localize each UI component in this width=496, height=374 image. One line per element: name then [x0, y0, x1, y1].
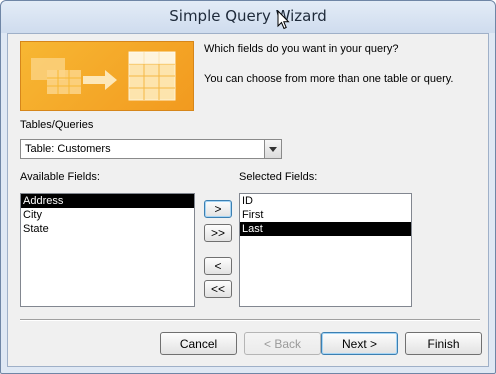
tables-queries-value: Table: Customers: [25, 143, 111, 155]
remove-field-button[interactable]: <: [204, 257, 232, 275]
chevron-down-icon: [269, 146, 277, 152]
add-all-fields-button[interactable]: >>: [204, 224, 232, 242]
wizard-window: Simple Query Wizard Which fields do you …: [0, 0, 496, 374]
available-fields-label: Available Fields:: [20, 171, 100, 183]
list-item[interactable]: Last: [240, 222, 411, 236]
title-bar[interactable]: Simple Query Wizard: [1, 1, 495, 33]
next-button[interactable]: Next >: [321, 332, 398, 355]
back-button[interactable]: < Back: [244, 332, 321, 355]
footer-separator: [20, 319, 480, 321]
tables-queries-label: Tables/Queries: [20, 119, 94, 131]
remove-all-fields-button[interactable]: <<: [204, 280, 232, 298]
list-item[interactable]: First: [240, 208, 411, 222]
dropdown-arrow-button[interactable]: [264, 140, 281, 158]
list-item[interactable]: ID: [240, 194, 411, 208]
list-item[interactable]: Address: [21, 194, 194, 208]
instruction-text: Which fields do you want in your query?: [204, 43, 399, 55]
add-field-button[interactable]: >: [204, 200, 232, 218]
list-item[interactable]: City: [21, 208, 194, 222]
selected-fields-list[interactable]: ID First Last: [239, 193, 412, 307]
tables-queries-dropdown[interactable]: Table: Customers: [20, 139, 282, 159]
wizard-body: Which fields do you want in your query? …: [7, 33, 489, 367]
selected-fields-label: Selected Fields:: [239, 171, 318, 183]
mouse-pointer-icon: [277, 10, 290, 30]
instruction-subtext: You can choose from more than one table …: [204, 73, 454, 85]
table-illustration-icon: [31, 51, 176, 101]
list-item[interactable]: State: [21, 222, 194, 236]
wizard-banner-image: [20, 41, 194, 111]
available-fields-list[interactable]: Address City State: [20, 193, 195, 307]
window-title: Simple Query Wizard: [169, 7, 327, 25]
finish-button[interactable]: Finish: [405, 332, 482, 355]
cancel-button[interactable]: Cancel: [160, 332, 237, 355]
